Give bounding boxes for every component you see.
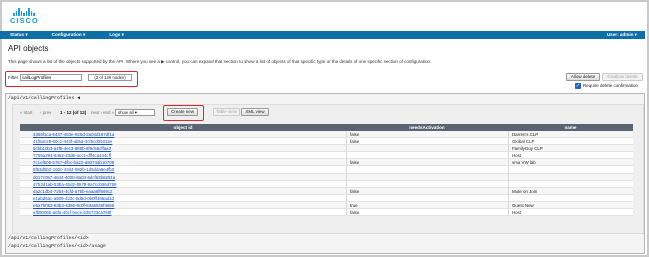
menu-logs[interactable]: Logs ▾: [109, 32, 124, 38]
needs-activation-cell: false: [350, 139, 360, 145]
object-id-link[interactable]: e6a7b052-83b3-4d55-9c0f-63a5546f4656: [33, 203, 114, 208]
table-row: 3355f1ca-6437-463e-925d-2a04d187df1a fals…: [20, 131, 633, 139]
name-cell: Host: [512, 210, 522, 216]
objects-table: 3355f1ca-6437-463e-925d-2a04d187df1a fals…: [20, 131, 633, 217]
section-path-calling-profile-id[interactable]: /api/v1/callingProfiles/<id>: [8, 236, 89, 241]
menu-configuration[interactable]: Configuration ▾: [52, 32, 86, 38]
object-id-link[interactable]: da2c1db4-7264-4cfd-a75b-eaaa6ff669c2: [33, 189, 113, 194]
pager-end[interactable]: end »: [103, 110, 114, 115]
object-id-link[interactable]: d753d1ab-53ba-40d2-8578-8a7ccb56d759: [33, 182, 117, 187]
filter-label: Filter: [8, 75, 19, 80]
table-view-button[interactable]: Table view: [213, 108, 240, 116]
per-page-value: show all: [118, 110, 134, 115]
xml-view-button[interactable]: XML view: [241, 108, 269, 116]
name-cell: Global CLP: [512, 139, 535, 145]
pager-prev[interactable]: ‹ prev: [40, 110, 52, 115]
per-page-select[interactable]: show all ▾: [115, 109, 155, 116]
table-row: 5cbb10b3-a4f8-4ec3-888b-6f9c55cffaa3 Fami…: [20, 145, 633, 153]
main-menubar: Status ▾ Configuration ▾ Logs ▾ User: ad…: [0, 31, 645, 39]
object-id-link[interactable]: d017c057-4644-4000-8a03-6dcf63b6281a: [33, 175, 115, 180]
name-cell: Host: [512, 153, 522, 159]
table-row: 41f5ac29-60c1-443f-ab5a-4cf5cd05012e fals…: [20, 138, 633, 146]
require-delete-confirmation-label: Require delete confirmation: [583, 83, 639, 88]
column-header-needs-activation: needsActivation: [409, 125, 445, 130]
table-row: 8f53d5b0-160c-4344-992b-1d5dda8e4fb0: [20, 166, 633, 174]
user-menu[interactable]: User: admin ▾: [607, 32, 637, 38]
needs-activation-cell: false: [350, 210, 360, 216]
object-id-link[interactable]: 7c1ef505-5767-4fbc-ba22-a9374ab10709: [33, 160, 114, 165]
pager-next[interactable]: next ›: [91, 110, 102, 115]
table-row: 7c1ef505-5767-4fbc-ba22-a9374ab10709 fals…: [20, 159, 633, 167]
menu-status[interactable]: Status ▾: [10, 32, 28, 38]
pager-start[interactable]: « start: [20, 110, 33, 115]
object-id-link[interactable]: 5cbb10b3-a4f8-4ec3-888b-6f9c55cffaa3: [33, 146, 111, 151]
pager-range: 1 - 12 (of 12): [60, 110, 86, 115]
section-path-calling-profiles[interactable]: /api/v1/callingProfiles ◀: [8, 96, 80, 101]
table-row: e1abd5ac-a509-422c-8d8d-0b0ff456ad1d: [20, 194, 633, 202]
table-row: da2c1db4-7264-4cfd-a75b-eaaa6ff669c2 fals…: [20, 187, 633, 195]
cisco-logo-bars: [10, 7, 50, 16]
page-title: API objects: [8, 44, 49, 53]
page-description: This page shows a list of the objects su…: [8, 59, 432, 64]
object-id-link[interactable]: e1abd5ac-a509-422c-8d8d-0b0ff456ad1d: [33, 196, 114, 201]
require-delete-confirmation-checkbox[interactable]: ✓: [575, 83, 581, 89]
table-row: e6a7b052-83b3-4d55-9c0f-63a5546f4656 true…: [20, 201, 633, 210]
needs-activation-cell: false: [350, 132, 360, 137]
object-id-link[interactable]: 8f53d5b0-160c-4344-992b-1d5dda8e4fb0: [33, 167, 114, 172]
cisco-logo-wordmark: CISCO: [10, 16, 39, 25]
table-row: d753d1ab-53ba-40d2-8578-8a7ccb56d759: [20, 180, 633, 188]
filter-input[interactable]: [20, 74, 82, 81]
filter-count: (3 of 126 nodes): [88, 74, 132, 81]
create-new-button[interactable]: Create new: [167, 108, 198, 116]
cisco-logo: CISCO: [10, 7, 50, 27]
table-row: d017c057-4644-4000-8a03-6dcf63b6281a: [20, 173, 633, 181]
column-header-object-id: object id: [173, 125, 193, 130]
disallow-delete-button[interactable]: Disallow delete: [602, 73, 643, 81]
name-cell: vma VW lab: [512, 160, 536, 166]
needs-activation-cell: true: [350, 202, 358, 208]
object-id-link[interactable]: ef58006b-a6fa-40cf-bece-b35733ca768f: [33, 210, 111, 215]
section-path-calling-profile-usage[interactable]: /api/v1/callingProfiles/<id>/usage: [8, 244, 106, 249]
name-cell: Mute on Join: [512, 188, 538, 194]
table-row: 7755a294-6452-43d8-acc1-dff4ca444cff Host: [20, 152, 633, 160]
needs-activation-cell: false: [350, 188, 360, 194]
object-id-link[interactable]: 41f5ac29-60c1-443f-ab5a-4cf5cd05012e: [33, 139, 112, 144]
object-id-link[interactable]: 3355f1ca-6437-463e-925d-2a04d187df1a: [33, 132, 114, 137]
column-header-name: name: [564, 125, 577, 130]
pager-range-text: 1 - 12 (of 12): [60, 110, 87, 115]
table-row: ef58006b-a6fa-40cf-bece-b35733ca768f fals…: [20, 209, 633, 217]
object-id-link[interactable]: 7755a294-6452-43d8-acc1-dff4ca444cff: [33, 153, 111, 158]
name-cell: Guest New: [512, 202, 534, 208]
header: CISCO: [2, 2, 647, 30]
name-cell: Darren's CLP: [512, 132, 539, 137]
table-header: object id needsActivation name: [20, 124, 633, 131]
needs-activation-cell: false: [350, 160, 360, 166]
name-cell: FamilyGuy CLP: [512, 146, 543, 152]
allow-delete-button[interactable]: Allow delete: [566, 73, 600, 81]
